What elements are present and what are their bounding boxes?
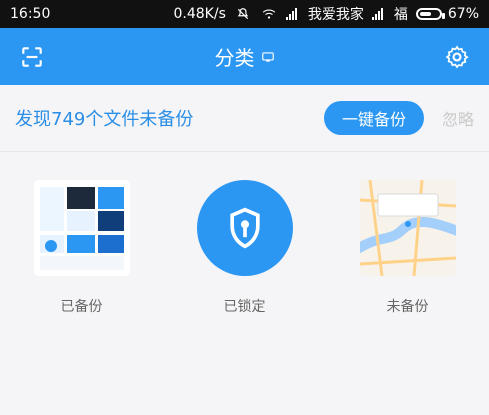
tile-label-locked: 已锁定 (223, 299, 266, 315)
tile-backed-up[interactable]: 已备份 (12, 180, 152, 316)
summary-actions: 一键备份 忽略 (323, 101, 474, 135)
signal-icon-2 (371, 8, 386, 20)
page-title: 分类 (215, 42, 275, 71)
status-bar: 16:50 0.48K/s 我爱我家 福 67% (0, 0, 489, 28)
carrier-2: 福 (393, 7, 408, 23)
settings-icon[interactable] (443, 43, 471, 71)
monitor-icon (261, 51, 274, 62)
shield-lock-icon (196, 180, 293, 276)
unbacked-count: 发现749个文件未备份 (15, 109, 194, 130)
one-click-backup-button[interactable]: 一键备份 (323, 101, 424, 135)
tile-label-backed-up: 已备份 (60, 299, 103, 315)
title-text: 分类 (214, 46, 255, 70)
carrier-1: 我爱我家 (307, 7, 364, 23)
category-grid: 已备份 已锁定 未备份 (0, 152, 489, 316)
signal-icon (285, 8, 300, 20)
mute-bell-icon (237, 8, 249, 20)
map-thumbnail (359, 180, 456, 276)
app-bar: 分类 (0, 28, 489, 85)
battery-percent: 67% (447, 6, 479, 22)
status-time: 16:50 (10, 6, 51, 22)
backup-summary-bar: 发现749个文件未备份 一键备份 忽略 (0, 85, 489, 151)
battery-indicator: 67% (415, 6, 479, 22)
tile-locked[interactable]: 已锁定 (175, 180, 315, 316)
scan-icon[interactable] (18, 43, 46, 71)
wifi-icon (262, 9, 276, 19)
network-speed: 0.48K/s (173, 6, 226, 22)
tile-not-backed-up[interactable]: 未备份 (338, 180, 478, 316)
ignore-button[interactable]: 忽略 (442, 106, 474, 130)
status-right: 0.48K/s 我爱我家 福 67% (174, 4, 480, 24)
photos-thumbnail (33, 180, 130, 276)
tile-label-not-backed-up: 未备份 (386, 299, 429, 315)
battery-icon (415, 8, 445, 20)
